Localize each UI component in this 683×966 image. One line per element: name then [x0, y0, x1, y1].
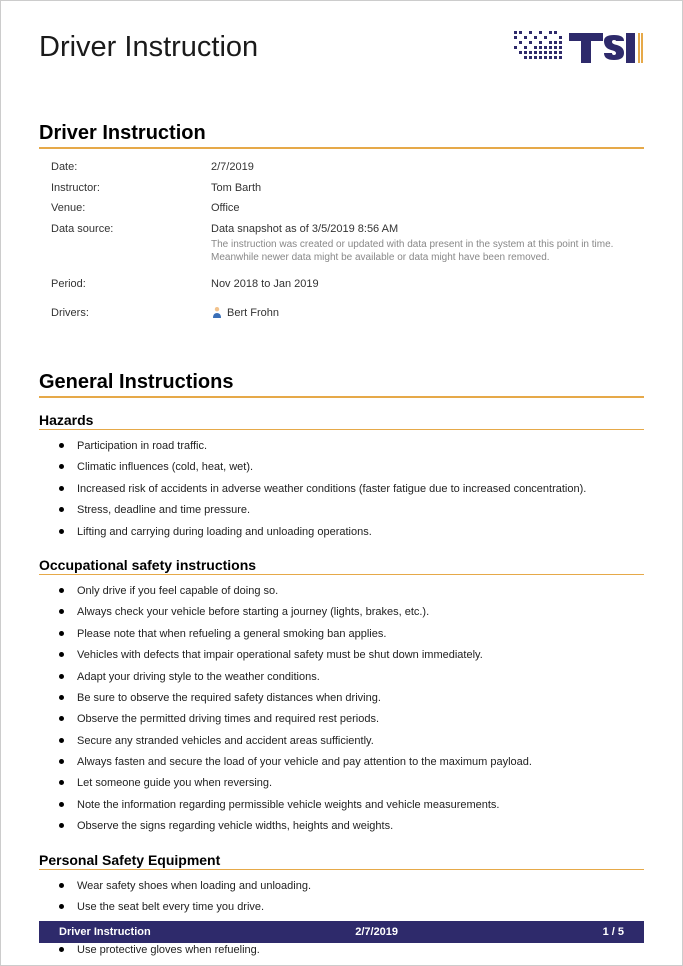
datasource-note: The instruction was created or updated w… — [211, 238, 644, 264]
meta-value: Nov 2018 to Jan 2019 — [211, 276, 644, 293]
section-driver-instruction-title: Driver Instruction — [39, 122, 644, 149]
list-item: Vehicles with defects that impair operat… — [67, 645, 644, 666]
meta-label: Date: — [51, 159, 211, 176]
driver-name: Bert Frohn — [227, 307, 279, 319]
meta-label: Instructor: — [51, 180, 211, 197]
tsi-logo-icon — [514, 31, 644, 72]
list-item: Lifting and carrying during loading and … — [67, 522, 644, 543]
occupational-safety-list: Only drive if you feel capable of doing … — [39, 581, 644, 838]
list-item: Stress, deadline and time pressure. — [67, 500, 644, 521]
list-item: Only drive if you feel capable of doing … — [67, 581, 644, 602]
meta-value: Tom Barth — [211, 180, 644, 197]
meta-row-venue: Venue: Office — [51, 200, 644, 217]
meta-label: Data source: — [51, 221, 211, 265]
meta-label: Venue: — [51, 200, 211, 217]
list-item: Observe the permitted driving times and … — [67, 709, 644, 730]
metadata-block: Date: 2/7/2019 Instructor: Tom Barth Ven… — [39, 159, 644, 321]
meta-row-period: Period: Nov 2018 to Jan 2019 — [51, 276, 644, 293]
hazards-title: Hazards — [39, 412, 644, 430]
page-header: Driver Instruction — [39, 31, 644, 72]
list-item: Always fasten and secure the load of you… — [67, 752, 644, 773]
meta-row-drivers: Drivers: Bert Frohn — [51, 305, 644, 322]
list-item: Wear safety shoes when loading and unloa… — [67, 876, 644, 897]
section-general-instructions-title: General Instructions — [39, 371, 644, 398]
meta-value: Data snapshot as of 3/5/2019 8:56 AM The… — [211, 221, 644, 265]
page-footer: Driver Instruction 2/7/2019 1 / 5 — [39, 921, 644, 943]
list-item: Be sure to observe the required safety d… — [67, 688, 644, 709]
document-title: Driver Instruction — [39, 31, 258, 64]
person-icon — [211, 306, 223, 318]
meta-label: Period: — [51, 276, 211, 293]
page-body: Driver Instruction — [1, 1, 682, 961]
list-item: Let someone guide you when reversing. — [67, 773, 644, 794]
personal-safety-equipment-title: Personal Safety Equipment — [39, 852, 644, 870]
meta-value: Office — [211, 200, 644, 217]
list-item: Use protective gloves when refueling. — [67, 940, 644, 961]
list-item: Climatic influences (cold, heat, wet). — [67, 457, 644, 478]
occupational-safety-title: Occupational safety instructions — [39, 557, 644, 575]
list-item: Observe the signs regarding vehicle widt… — [67, 816, 644, 837]
footer-page-number: 1 / 5 — [603, 926, 624, 938]
footer-date: 2/7/2019 — [355, 926, 398, 938]
meta-value: Bert Frohn — [211, 305, 644, 322]
meta-row-datasource: Data source: Data snapshot as of 3/5/201… — [51, 221, 644, 265]
meta-value: 2/7/2019 — [211, 159, 644, 176]
list-item: Participation in road traffic. — [67, 436, 644, 457]
list-item: Use the seat belt every time you drive. — [67, 897, 644, 918]
datasource-value: Data snapshot as of 3/5/2019 8:56 AM — [211, 221, 644, 238]
meta-label: Drivers: — [51, 305, 211, 322]
list-item: Secure any stranded vehicles and acciden… — [67, 731, 644, 752]
meta-row-date: Date: 2/7/2019 — [51, 159, 644, 176]
list-item: Note the information regarding permissib… — [67, 795, 644, 816]
personal-safety-equipment-list: Wear safety shoes when loading and unloa… — [39, 876, 644, 962]
list-item: Please note that when refueling a genera… — [67, 624, 644, 645]
list-item: Adapt your driving style to the weather … — [67, 667, 644, 688]
footer-title: Driver Instruction — [59, 926, 151, 938]
meta-row-instructor: Instructor: Tom Barth — [51, 180, 644, 197]
hazards-list: Participation in road traffic. Climatic … — [39, 436, 644, 543]
list-item: Always check your vehicle before startin… — [67, 602, 644, 623]
list-item: Increased risk of accidents in adverse w… — [67, 479, 644, 500]
